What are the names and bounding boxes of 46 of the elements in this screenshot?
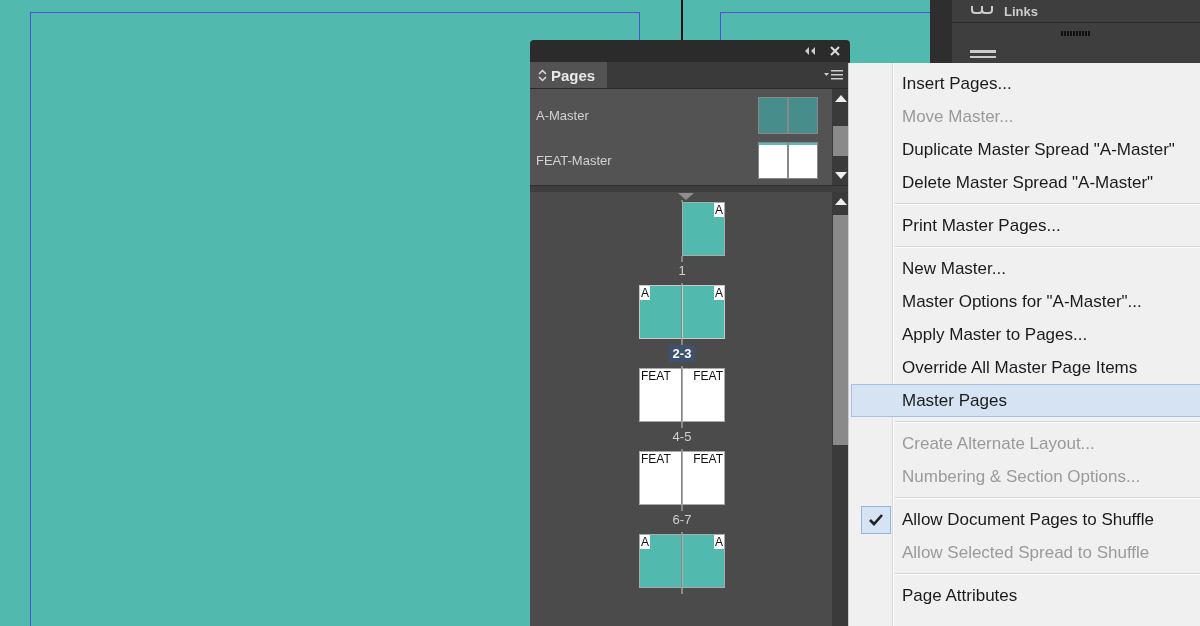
collapse-icon[interactable] xyxy=(804,47,816,55)
lines-icon xyxy=(970,50,996,58)
page-number[interactable]: 4-5 xyxy=(668,428,696,445)
master-name[interactable]: FEAT-Master xyxy=(536,153,612,168)
master-thumbnail[interactable] xyxy=(758,97,818,134)
chain-link-icon xyxy=(970,6,994,16)
master-prefix: FEAT xyxy=(640,452,672,466)
page-number[interactable]: 6-7 xyxy=(668,511,696,528)
menu-item[interactable]: Master Pages xyxy=(851,384,1200,417)
spine-line xyxy=(681,0,683,42)
sort-arrows-icon xyxy=(538,68,547,82)
master-prefix: A xyxy=(714,535,724,549)
master-prefix: A xyxy=(640,286,650,300)
pages-tab[interactable]: Pages xyxy=(530,62,608,88)
menu-item[interactable]: Insert Pages... xyxy=(851,67,1200,100)
page-thumbnail[interactable]: A xyxy=(639,285,682,339)
gripper-icon[interactable] xyxy=(1061,31,1091,36)
master-thumbnail[interactable] xyxy=(758,142,818,179)
master-prefix: FEAT xyxy=(692,369,724,383)
master-prefix: A xyxy=(714,286,724,300)
master-prefix: A xyxy=(640,535,650,549)
master-name[interactable]: A-Master xyxy=(536,108,589,123)
page-thumbnail[interactable]: A xyxy=(682,202,725,256)
master-prefix: FEAT xyxy=(692,452,724,466)
menu-item[interactable]: Allow Document Pages to Shuffle xyxy=(851,503,1200,536)
page-thumbnail[interactable]: A xyxy=(682,285,725,339)
master-prefix: A xyxy=(714,203,724,217)
close-icon[interactable] xyxy=(830,46,840,56)
menu-item[interactable]: Page Attributes xyxy=(851,579,1200,612)
page-thumbnail[interactable]: A xyxy=(639,534,682,588)
menu-item[interactable]: Print Master Pages... xyxy=(851,209,1200,242)
page-thumbnail[interactable]: FEAT xyxy=(682,368,725,422)
page-number[interactable]: 1 xyxy=(674,262,690,279)
menu-item[interactable]: Delete Master Spread "A-Master" xyxy=(851,166,1200,199)
menu-item[interactable]: New Master... xyxy=(851,252,1200,285)
page-thumbnail[interactable]: FEAT xyxy=(639,451,682,505)
panel-label[interactable]: Links xyxy=(1004,3,1038,19)
page-thumbnail[interactable]: A xyxy=(682,534,725,588)
menu-item[interactable]: Override All Master Page Items xyxy=(851,351,1200,384)
page-number[interactable]: 2-3 xyxy=(668,345,696,362)
menu-item[interactable]: Master Options for "A-Master"... xyxy=(851,285,1200,318)
menu-item[interactable]: Duplicate Master Spread "A-Master" xyxy=(851,133,1200,166)
menu-item[interactable]: Apply Master to Pages... xyxy=(851,318,1200,351)
master-prefix: FEAT xyxy=(640,369,672,383)
page-thumbnail[interactable]: FEAT xyxy=(639,368,682,422)
page-thumbnail[interactable]: FEAT xyxy=(682,451,725,505)
